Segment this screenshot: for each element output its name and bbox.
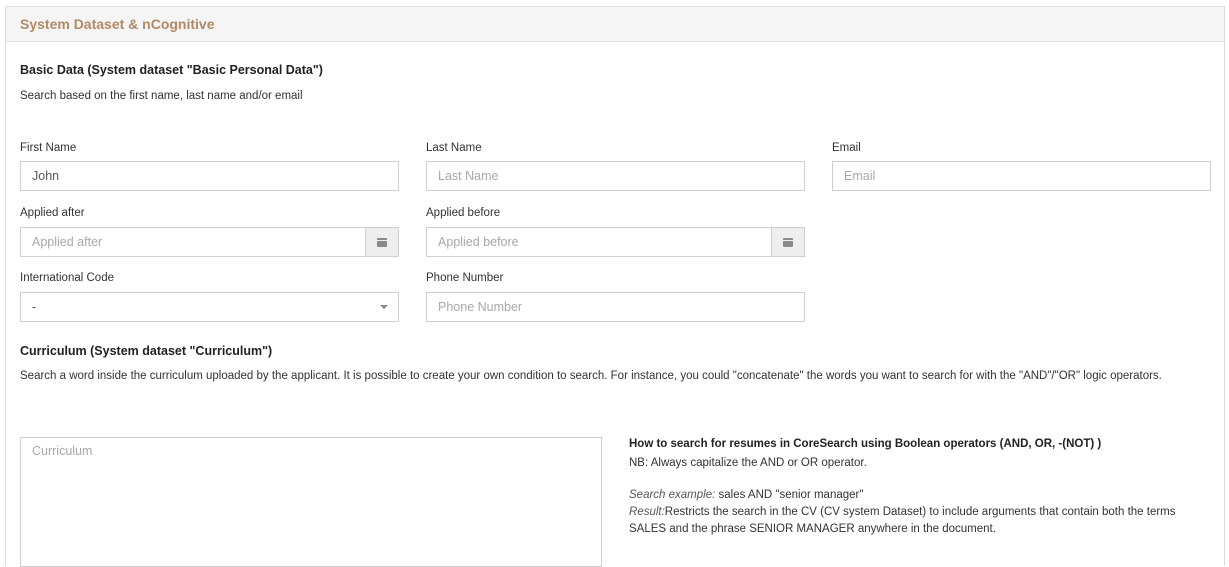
example-label: Search example:	[629, 489, 716, 501]
result-label: Result:	[629, 506, 665, 518]
applied-after-label: Applied after	[20, 207, 85, 219]
calendar-icon	[783, 237, 793, 247]
example-text: sales AND "senior manager"	[715, 489, 864, 501]
intl-code-select[interactable]: -	[20, 292, 399, 322]
phone-label: Phone Number	[426, 272, 504, 284]
boolean-help-result: Result:Restricts the search in the CV (C…	[629, 504, 1214, 538]
email-input[interactable]	[832, 161, 1211, 191]
applied-before-calendar-button[interactable]	[771, 227, 805, 257]
intl-code-label: International Code	[20, 272, 114, 284]
intl-code-selected-value: -	[32, 300, 37, 314]
last-name-label: Last Name	[426, 142, 482, 154]
applied-after-calendar-button[interactable]	[365, 227, 399, 257]
curriculum-title: Curriculum (System dataset "Curriculum")	[20, 344, 273, 358]
chevron-down-icon	[380, 305, 388, 309]
first-name-label: First Name	[20, 142, 77, 154]
basic-data-title: Basic Data (System dataset "Basic Person…	[20, 63, 323, 77]
last-name-input[interactable]	[426, 161, 805, 191]
applied-before-label: Applied before	[426, 207, 501, 219]
curriculum-textarea[interactable]	[20, 437, 602, 567]
first-name-input[interactable]	[20, 161, 399, 191]
email-label: Email	[832, 142, 861, 154]
phone-input[interactable]	[426, 292, 805, 322]
boolean-help-example: Search example: sales AND "senior manage…	[629, 487, 863, 504]
applied-before-input[interactable]	[426, 227, 772, 257]
result-text: Restricts the search in the CV (CV syste…	[629, 506, 1176, 535]
panel-title: System Dataset & nCognitive	[20, 16, 215, 32]
applied-after-input[interactable]	[20, 227, 366, 257]
curriculum-description: Search a word inside the curriculum uplo…	[20, 370, 1162, 382]
panel-header: System Dataset & nCognitive	[6, 7, 1224, 42]
boolean-help-title: How to search for resumes in CoreSearch …	[629, 438, 1102, 450]
basic-data-description: Search based on the first name, last nam…	[20, 90, 303, 102]
calendar-icon	[377, 237, 387, 247]
boolean-help-note: NB: Always capitalize the AND or OR oper…	[629, 457, 867, 469]
